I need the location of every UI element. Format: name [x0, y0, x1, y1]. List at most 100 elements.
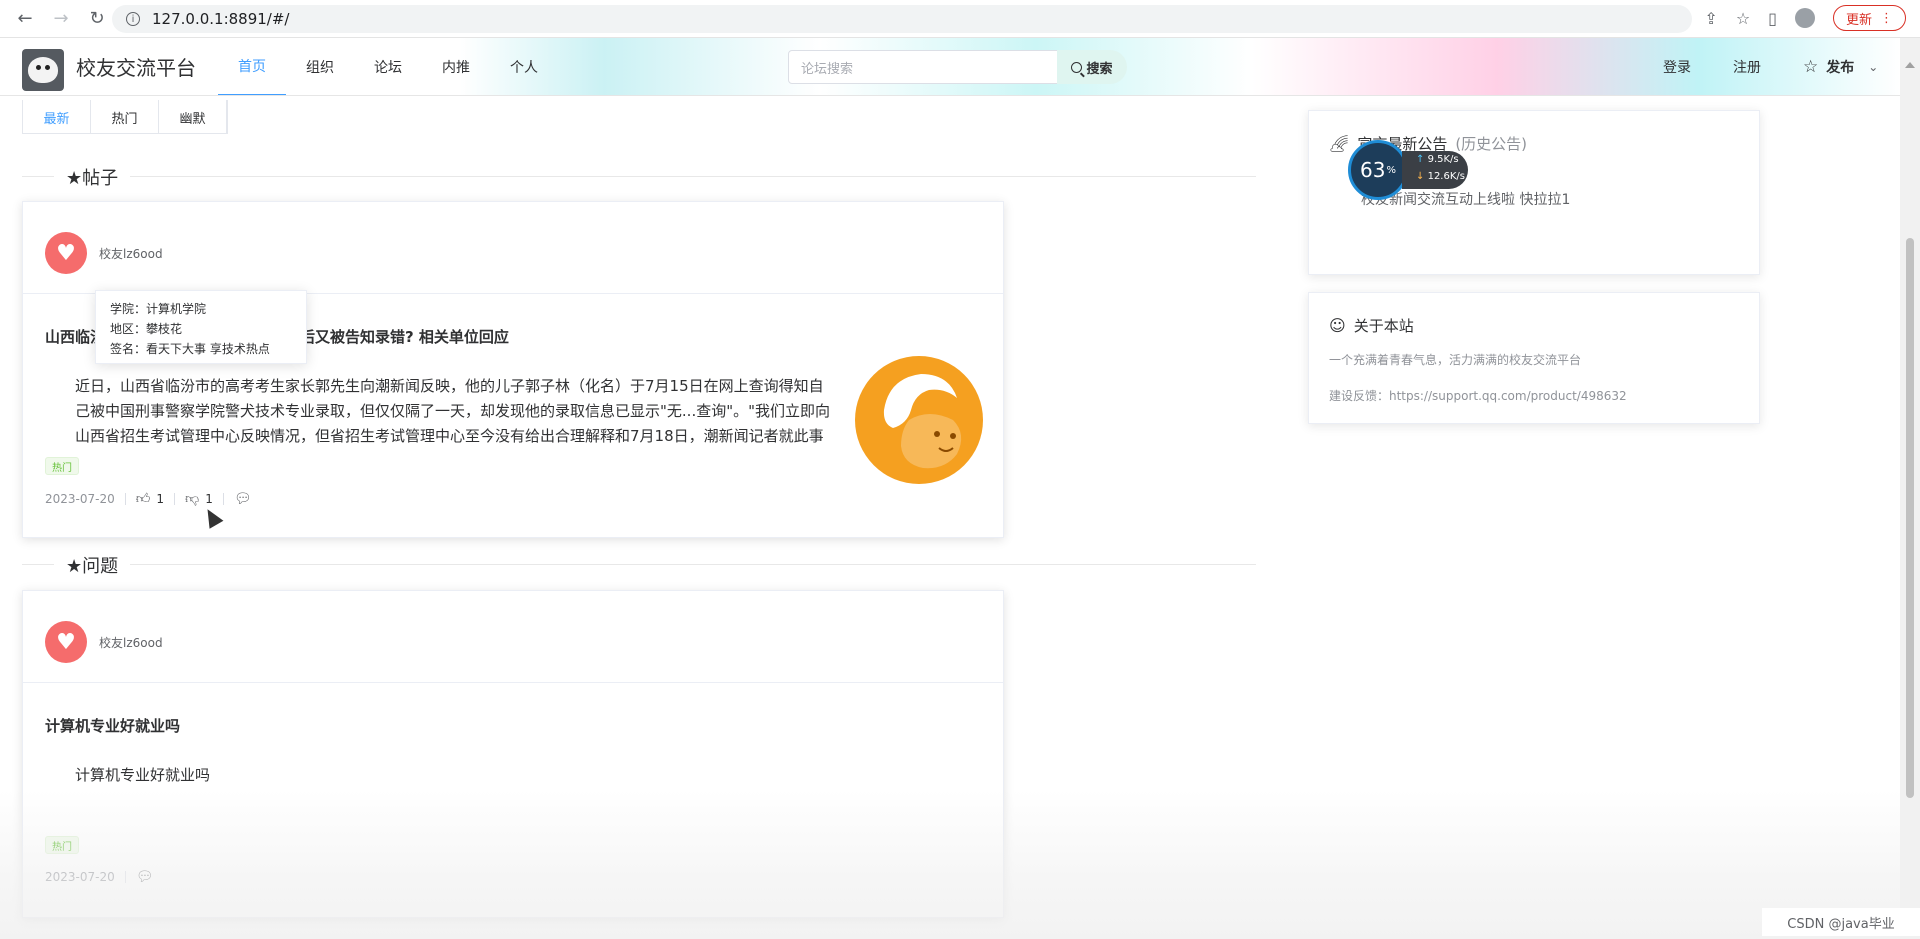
- scroll-thumb[interactable]: [1906, 238, 1914, 798]
- feed-tabs: 最新 热门 幽默: [22, 100, 228, 134]
- tab-humor[interactable]: 幽默: [159, 100, 227, 134]
- comment-button[interactable]: 💬︎: [234, 491, 252, 507]
- browser-toolbar: ← → ↻ i 127.0.0.1:8891/#/ ⇪ ☆ ▯ 更新 ⋮: [0, 0, 1920, 38]
- side-panel-icon[interactable]: ▯: [1768, 9, 1777, 28]
- tab-hot[interactable]: 热门: [91, 100, 159, 134]
- about-card: ☺ 关于本站 一个充满着青春气息，活力满满的校友交流平台 建设反馈：https:…: [1308, 292, 1760, 424]
- meta-separator: [124, 871, 126, 883]
- register-link[interactable]: 注册: [1733, 38, 1761, 95]
- publish-label: 发布: [1826, 60, 1855, 76]
- dislike-count: 1: [205, 491, 213, 506]
- comment-icon: 💬︎: [135, 869, 154, 885]
- address-bar[interactable]: i 127.0.0.1:8891/#/: [112, 5, 1692, 33]
- about-description: 一个充满着青春气息，活力满满的校友交流平台: [1329, 353, 1582, 367]
- comment-icon: 💬︎: [233, 490, 252, 507]
- search-button[interactable]: 搜索: [1057, 50, 1127, 84]
- question-author[interactable]: 校友lz6ood: [99, 634, 163, 651]
- scroll-up-arrow-icon[interactable]: [1905, 62, 1915, 68]
- download-arrow-icon: ↓: [1416, 171, 1425, 182]
- questions-divider: [22, 564, 1256, 565]
- site-title: 校友交流平台: [76, 56, 196, 80]
- dislike-button[interactable]: 👎︎ 1: [185, 490, 213, 507]
- question-date: 2023-07-20: [45, 870, 115, 884]
- feedback-link[interactable]: 建设反馈：https://support.qq.com/product/4986…: [1329, 387, 1627, 404]
- nav-personal[interactable]: 个人: [490, 38, 558, 95]
- profile-avatar[interactable]: [1794, 8, 1815, 28]
- heart-avatar-icon[interactable]: ♥: [45, 232, 87, 274]
- site-logo[interactable]: [22, 49, 64, 91]
- csdn-watermark: CSDN @java毕业: [1762, 908, 1920, 936]
- speed-rates: ↑ 9.5K/s ↓ 12.6K/s: [1402, 151, 1468, 189]
- post-author[interactable]: 校友lz6ood: [99, 245, 163, 262]
- question-card-header: ♥ 校友lz6ood: [23, 591, 1003, 683]
- heart-avatar-icon[interactable]: ♥: [45, 621, 87, 663]
- network-speed-widget[interactable]: 63% ↑ 9.5K/s ↓ 12.6K/s: [1348, 140, 1472, 200]
- post-date: 2023-07-20: [45, 491, 115, 506]
- meta-separator: [222, 492, 224, 505]
- hot-tag[interactable]: 热门: [45, 836, 79, 854]
- nav-referral[interactable]: 内推: [422, 38, 490, 95]
- download-rate: 12.6K/s: [1427, 171, 1465, 182]
- question-meta: 2023-07-20 💬︎: [45, 869, 154, 885]
- search-button-label: 搜索: [1086, 61, 1113, 77]
- reload-icon[interactable]: ↻: [86, 8, 108, 30]
- star-outline-icon: ☆: [1803, 57, 1819, 77]
- posts-section-title: ★帖子: [54, 164, 131, 190]
- search-icon: [1071, 61, 1083, 73]
- forum-search-input[interactable]: 论坛搜索: [788, 50, 1058, 84]
- share-icon[interactable]: ⇪: [1704, 9, 1717, 28]
- browser-actions: ⇪ ☆ ▯ 更新 ⋮: [1704, 5, 1906, 31]
- about-title-row: ☺ 关于本站: [1329, 315, 1414, 336]
- upload-arrow-icon: ↑: [1416, 154, 1425, 165]
- page-scrollbar[interactable]: [1900, 38, 1920, 939]
- hot-tag[interactable]: 热门: [45, 457, 79, 475]
- nav-forum[interactable]: 论坛: [354, 38, 422, 95]
- publish-dropdown[interactable]: ☆ 发布 ⌄: [1803, 38, 1879, 95]
- thumb-down-icon: 👎︎: [185, 491, 200, 507]
- post-card-header: ♥ 校友lz6ood: [23, 202, 1003, 294]
- author-info-popover: 学院：计算机学院 地区：攀枝花 签名：看天下大事 享技术热点: [95, 290, 307, 364]
- like-count: 1: [156, 491, 165, 506]
- posts-divider: [22, 176, 1256, 177]
- update-label: 更新: [1845, 12, 1872, 28]
- nav-organization[interactable]: 组织: [286, 38, 354, 95]
- illustration-eye: [950, 433, 956, 439]
- popover-college: 学院：计算机学院: [110, 302, 207, 316]
- memory-usage-gauge: 63%: [1348, 140, 1408, 200]
- back-icon[interactable]: ←: [14, 8, 36, 30]
- usage-percent: 63: [1360, 158, 1386, 182]
- url-text: 127.0.0.1:8891/#/: [152, 10, 290, 28]
- comment-button[interactable]: 💬︎: [136, 869, 154, 885]
- popover-region: 地区：攀枝花: [110, 322, 183, 336]
- main-nav: 首页 组织 论坛 内推 个人: [218, 38, 558, 95]
- rainbow-icon: 🌈︎: [1329, 134, 1350, 153]
- questions-section-title: ★问题: [54, 552, 131, 578]
- chevron-down-icon: ⌄: [1868, 60, 1879, 74]
- thumb-up-icon: 👍︎: [135, 491, 151, 507]
- post-meta: 2023-07-20 👍︎ 1 👎︎ 1 💬︎: [45, 490, 252, 508]
- meta-separator: [174, 492, 176, 505]
- illustration-eye: [934, 431, 940, 437]
- more-vert-icon: ⋮: [1880, 10, 1893, 26]
- forward-icon[interactable]: →: [50, 8, 72, 30]
- bookmark-star-icon[interactable]: ☆: [1736, 9, 1750, 28]
- post-card[interactable]: ♥ 校友lz6ood 山西临汾考生被中国刑事警察学院录取后又被告知录错? 相关单…: [22, 201, 1004, 538]
- usage-percent-unit: %: [1386, 164, 1396, 176]
- tab-latest[interactable]: 最新: [23, 100, 91, 134]
- upload-rate: 9.5K/s: [1427, 154, 1459, 165]
- post-excerpt: 近日，山西省临汾市的高考考生家长郭先生向潮新闻反映，他的儿子郭子林（化名）于7月…: [75, 377, 831, 445]
- smiley-icon: ☺: [1329, 316, 1346, 335]
- question-title[interactable]: 计算机专业好就业吗: [45, 715, 180, 736]
- orange-alpaca-illustration: [855, 356, 983, 484]
- login-link[interactable]: 登录: [1663, 38, 1691, 95]
- question-card[interactable]: ♥ 校友lz6ood 计算机专业好就业吗 计算机专业好就业吗 热门 2023-0…: [22, 590, 1004, 918]
- like-button[interactable]: 👍︎ 1: [136, 490, 164, 507]
- site-header: 校友交流平台 首页 组织 论坛 内推 个人 论坛搜索 搜索 登录 注册 ☆ 发布…: [0, 38, 1900, 96]
- about-title: 关于本站: [1353, 317, 1414, 335]
- update-button[interactable]: 更新 ⋮: [1832, 5, 1906, 31]
- meta-separator: [124, 492, 126, 505]
- panda-face-icon: [28, 57, 58, 83]
- nav-home[interactable]: 首页: [218, 38, 286, 95]
- site-info-icon[interactable]: i: [126, 12, 140, 26]
- popover-signature: 签名：看天下大事 享技术热点: [110, 342, 270, 356]
